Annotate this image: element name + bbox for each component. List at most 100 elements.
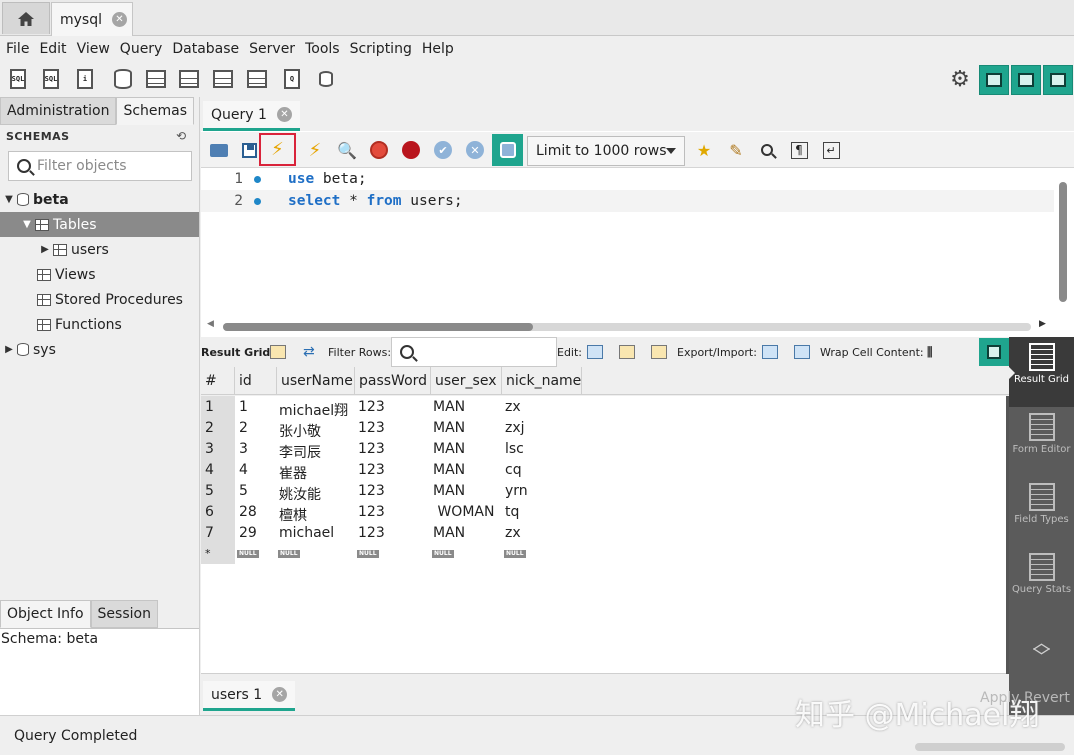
export-button[interactable]	[762, 341, 778, 363]
menu-database[interactable]: Database	[172, 41, 239, 57]
close-icon[interactable]: ✕	[272, 687, 288, 702]
menu-view[interactable]: View	[77, 41, 110, 57]
menu-query[interactable]: Query	[120, 41, 163, 57]
invisible-chars-button[interactable]: ¶	[785, 136, 813, 164]
cell-nick-name[interactable]: tq	[505, 501, 519, 522]
cell-user-sex[interactable]: WOMAN	[433, 501, 494, 522]
new-sql-tab-button[interactable]: SQL	[5, 66, 31, 92]
cell-id[interactable]: 1	[239, 396, 248, 417]
cell-user-sex[interactable]: MAN	[433, 459, 465, 480]
table-row[interactable]: 3 3 李司辰 123 MAN lsc	[201, 438, 1001, 461]
menu-scripting[interactable]: Scripting	[350, 41, 412, 57]
import-button[interactable]	[794, 341, 810, 363]
cell-nick-name[interactable]: zxj	[505, 417, 525, 438]
explain-button[interactable]: 🔍	[333, 136, 361, 164]
cell-id[interactable]: 2	[239, 417, 248, 438]
menu-file[interactable]: File	[6, 41, 29, 57]
search-table-data-button[interactable]: Q	[279, 66, 305, 92]
menu-server[interactable]: Server	[249, 41, 295, 57]
tab-object-info[interactable]: Object Info	[0, 600, 91, 628]
tree-tables[interactable]: ▼ Tables	[0, 212, 199, 237]
cell-user-sex[interactable]: MAN	[433, 396, 465, 417]
editor-vertical-scrollbar[interactable]	[1056, 170, 1070, 320]
toggle-continue-on-error-button[interactable]	[397, 136, 425, 164]
new-row-placeholder[interactable]: * NULL NULL NULL NULL NULL	[201, 543, 1001, 564]
column-header[interactable]: nick_name	[502, 367, 582, 395]
close-icon[interactable]: ✕	[112, 12, 127, 27]
add-snippet-button[interactable]: ★	[690, 136, 718, 164]
filter-rows-input[interactable]	[391, 337, 557, 367]
result-grid-view-button[interactable]: Result Grid	[1009, 337, 1074, 407]
cell-nick-name[interactable]: zx	[505, 396, 521, 417]
column-header[interactable]: #	[201, 367, 235, 395]
scroll-left-icon[interactable]: ◀	[207, 319, 214, 329]
cell-user-sex[interactable]: MAN	[433, 522, 465, 543]
table-row[interactable]: 7 29 michael 123 MAN zx	[201, 522, 1001, 543]
cell-id[interactable]: 28	[239, 501, 257, 522]
cell-user-sex[interactable]: MAN	[433, 417, 465, 438]
cell-id[interactable]: 4	[239, 459, 248, 480]
column-header[interactable]: user_sex	[431, 367, 502, 395]
grid-layout-button[interactable]	[270, 341, 286, 363]
wrap-cell-button[interactable]: ⫼	[927, 341, 933, 363]
cell-id[interactable]: 5	[239, 480, 248, 501]
more-views-chevron-icon[interactable]: ︿ ﹀	[1009, 635, 1074, 677]
form-editor-view-button[interactable]: Form Editor	[1009, 407, 1074, 477]
tab-session[interactable]: Session	[90, 600, 158, 628]
code-editor[interactable]: 1 use beta; 2 select * from users;	[201, 168, 1054, 318]
table-row[interactable]: 1 1 michael翔 123 MAN zx	[201, 396, 1001, 419]
cell-username[interactable]: michael	[279, 522, 334, 543]
add-row-button[interactable]	[619, 341, 635, 363]
cell-user-sex[interactable]: MAN	[433, 480, 465, 501]
tab-users-1[interactable]: users 1 ✕	[203, 681, 296, 711]
limit-rows-select[interactable]: Limit to 1000 rows	[527, 136, 685, 166]
menu-help[interactable]: Help	[422, 41, 454, 57]
toggle-result-panel-button[interactable]	[979, 338, 1009, 366]
cell-password[interactable]: 123	[358, 396, 385, 417]
cell-nick-name[interactable]: lsc	[505, 438, 524, 459]
home-tab[interactable]	[2, 2, 50, 34]
query-stats-view-button[interactable]: Query Stats	[1009, 547, 1074, 617]
scrollbar-thumb[interactable]	[223, 323, 533, 331]
cell-nick-name[interactable]: yrn	[505, 480, 528, 501]
execute-current-button[interactable]: ⚡	[301, 136, 329, 164]
reconnect-button[interactable]	[313, 66, 339, 92]
tree-views[interactable]: Views	[0, 262, 199, 287]
inspector-button[interactable]: i	[72, 66, 98, 92]
stop-button[interactable]	[365, 136, 393, 164]
column-header[interactable]: userName	[277, 367, 355, 395]
result-grid[interactable]: 1 1 michael翔 123 MAN zx 2 2 张小敬 123 MAN …	[201, 396, 1006, 674]
gear-icon[interactable]: ⚙	[948, 68, 972, 92]
chevron-down-icon[interactable]: ▼	[4, 194, 14, 205]
refresh-icon[interactable]: ⟲	[176, 129, 186, 143]
chevron-down-icon[interactable]: ▼	[22, 219, 32, 230]
tree-stored-procedures[interactable]: Stored Procedures	[0, 287, 199, 312]
schema-filter[interactable]	[8, 151, 192, 181]
commit-button[interactable]: ✔	[429, 136, 457, 164]
table-row[interactable]: 5 5 姚汝能 123 MAN yrn	[201, 480, 1001, 503]
tab-schemas[interactable]: Schemas	[116, 97, 195, 125]
create-view-button[interactable]	[176, 66, 202, 92]
cell-id[interactable]: 29	[239, 522, 257, 543]
status-scrollbar[interactable]	[915, 743, 1065, 751]
tab-query-1[interactable]: Query 1 ✕	[203, 101, 300, 131]
cell-nick-name[interactable]: cq	[505, 459, 522, 480]
schema-beta[interactable]: ▼ beta	[0, 187, 199, 212]
open-sql-script-button[interactable]: SQL	[38, 66, 64, 92]
chevron-right-icon[interactable]: ▶	[4, 344, 14, 355]
tree-functions[interactable]: Functions	[0, 312, 199, 337]
cell-password[interactable]: 123	[358, 501, 385, 522]
autocommit-toggle[interactable]	[492, 134, 523, 166]
open-file-button[interactable]	[205, 136, 233, 164]
menu-edit[interactable]: Edit	[39, 41, 66, 57]
cell-password[interactable]: 123	[358, 438, 385, 459]
scrollbar-thumb[interactable]	[1059, 182, 1067, 302]
create-schema-button[interactable]	[110, 66, 136, 92]
execute-button[interactable]: ⚡	[259, 133, 296, 166]
word-wrap-button[interactable]: ↵	[817, 136, 845, 164]
edit-row-button[interactable]	[587, 341, 603, 363]
cell-password[interactable]: 123	[358, 480, 385, 501]
column-header[interactable]: id	[235, 367, 277, 395]
delete-row-button[interactable]	[651, 341, 667, 363]
create-procedure-button[interactable]	[210, 66, 236, 92]
